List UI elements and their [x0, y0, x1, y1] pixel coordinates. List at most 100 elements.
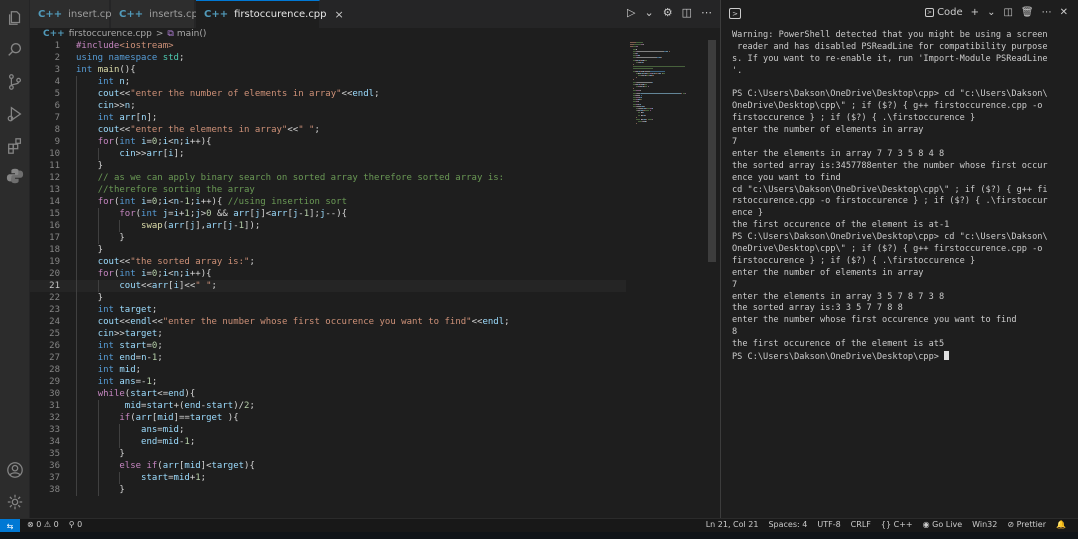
code-line[interactable]: 13 //therefore sorting the array [30, 184, 626, 196]
breadcrumb-symbol[interactable]: main() [177, 29, 207, 39]
code-editor[interactable]: 1 #include<iostream> 2 using namespace std;… [30, 40, 626, 518]
tab-insert-cpp[interactable]: C++ insert.cpp [30, 0, 118, 28]
code-line[interactable]: 35 } [30, 448, 626, 460]
language-mode[interactable]: {} C++ [881, 520, 913, 529]
terminal-line: the sorted array is:3457788enter the num… [732, 160, 1048, 171]
terminal-prompt[interactable]: PS C:\Users\Dakson\OneDrive\Desktop\cpp> [732, 351, 1078, 363]
code-line[interactable]: 34 end=mid-1; [30, 436, 626, 448]
braces-icon: {} [880, 520, 892, 529]
close-icon[interactable]: × [335, 8, 344, 21]
remote-icon[interactable]: ⇆ [0, 519, 20, 533]
run-code-icon[interactable]: ▷ [627, 6, 635, 19]
settings-gear-icon[interactable]: ⚙ [663, 6, 673, 19]
code-line[interactable]: 20 for(int i=0;i<n;i++){ [30, 268, 626, 280]
code-line[interactable]: 37 start=mid+1; [30, 472, 626, 484]
settings-gear-icon[interactable] [5, 492, 25, 512]
code-line[interactable]: 30 while(start<=end){ [30, 388, 626, 400]
minimap-line [644, 110, 649, 112]
code-line[interactable]: 22 } [30, 292, 626, 304]
code-line[interactable]: 16 swap(arr[j],arr[j-1]); [30, 220, 626, 232]
code-line[interactable]: 25 cin>>target; [30, 328, 626, 340]
code-line[interactable]: 5 cout<<"enter the number of elements in… [30, 88, 626, 100]
minimap[interactable] [626, 40, 706, 130]
line-number: 23 [49, 305, 60, 315]
code-line[interactable]: 10 cin>>arr[i]; [30, 148, 626, 160]
code-line[interactable]: 12 // as we can apply binary search on s… [30, 172, 626, 184]
code-line[interactable]: 18 } [30, 244, 626, 256]
chevron-down-icon[interactable]: ⌄ [987, 7, 995, 18]
terminal-selector[interactable]: > Code [925, 7, 963, 18]
code-line[interactable]: 38 } [30, 484, 626, 496]
search-icon[interactable] [5, 40, 25, 60]
notifications-bell-icon[interactable]: 🔔 [1056, 520, 1066, 529]
code-text: int n; [97, 77, 131, 87]
code-line[interactable]: 26 int start=0; [30, 340, 626, 352]
line-number: 12 [49, 173, 60, 183]
close-icon[interactable]: ✕ [1060, 7, 1068, 18]
minimap-line [639, 55, 641, 57]
terminal-panel[interactable]: Warning: PowerShell detected that you mi… [720, 28, 1078, 518]
code-line[interactable]: 17 } [30, 232, 626, 244]
editor-scrollbar[interactable] [708, 40, 716, 262]
minimap-line [651, 119, 654, 120]
editor-tab-bar: C++ insert.cpp C++ inserts.cpp C++ first… [30, 0, 720, 28]
code-line[interactable]: 33 ans=mid; [30, 424, 626, 436]
explorer-icon[interactable] [5, 8, 25, 28]
new-terminal-icon[interactable]: + [971, 7, 979, 18]
code-text: cin>>n; [97, 101, 136, 111]
code-line[interactable]: 4 int n; [30, 76, 626, 88]
code-line[interactable]: 3 int main(){ [30, 64, 626, 76]
ports-status[interactable]: ⚲ 0 [69, 520, 83, 529]
run-debug-icon[interactable] [5, 104, 25, 124]
platform[interactable]: Win32 [972, 520, 997, 529]
terminal-line: cd "c:\Users\Dakson\OneDrive\Desktop\cpp… [732, 184, 1048, 195]
more-actions-icon[interactable]: ⋯ [1042, 7, 1052, 18]
extensions-icon[interactable] [5, 136, 25, 156]
code-line[interactable]: 23 int target; [30, 304, 626, 316]
tab-inserts-cpp[interactable]: C++ inserts.cpp [111, 0, 204, 28]
code-line[interactable]: 7 int arr[n]; [30, 112, 626, 124]
problems-status[interactable]: ⊗ 0 ⚠ 0 [27, 520, 59, 529]
split-terminal-icon[interactable]: ◫ [1003, 7, 1012, 18]
code-line[interactable]: 6 cin>>n; [30, 100, 626, 112]
indentation[interactable]: Spaces: 4 [768, 520, 807, 529]
more-actions-icon[interactable]: ⋯ [701, 6, 712, 19]
code-line[interactable]: 9 for(int i=0;i<n;i++){ [30, 136, 626, 148]
code-line[interactable]: 1 #include<iostream> [30, 40, 626, 52]
code-line[interactable]: 28 int mid; [30, 364, 626, 376]
terminal-line: '. [732, 65, 743, 76]
ports-count: 0 [77, 520, 83, 529]
tab-firstoccurence-cpp[interactable]: C++ firstoccurence.cpp × [196, 0, 344, 28]
code-line[interactable]: 2 using namespace std; [30, 52, 626, 64]
trash-icon[interactable]: 🗑 [1021, 7, 1034, 18]
code-line[interactable]: 36 else if(arr[mid]<target){ [30, 460, 626, 472]
code-line[interactable]: 19 cout<<"the sorted array is:"; [30, 256, 626, 268]
go-live-button[interactable]: ◉ Go Live [923, 520, 963, 529]
code-line[interactable]: 31 mid=start+(end-start)/2; [30, 400, 626, 412]
code-line[interactable]: 27 int end=n-1; [30, 352, 626, 364]
line-ending[interactable]: CRLF [851, 520, 871, 529]
prettier-status[interactable]: ⊘ Prettier [1007, 520, 1046, 529]
code-line[interactable]: 21 cout<<arr[i]<<" "; [30, 280, 626, 292]
split-editor-icon[interactable]: ◫ [682, 6, 692, 19]
ports-icon: ⚲ [68, 520, 75, 529]
code-text: #include<iostream> [76, 41, 174, 51]
code-line[interactable]: 32 if(arr[mid]==target ){ [30, 412, 626, 424]
run-dropdown-icon[interactable]: ⌄ [645, 6, 654, 19]
code-line[interactable]: 11 } [30, 160, 626, 172]
prompt-text: PS C:\Users\Dakson\OneDrive\Desktop\cpp> [732, 352, 945, 363]
code-line[interactable]: 24 cout<<endl<<"enter the number whose f… [30, 316, 626, 328]
breadcrumb-file[interactable]: firstoccurence.cpp [69, 29, 152, 39]
account-icon[interactable] [5, 460, 25, 480]
encoding[interactable]: UTF-8 [817, 520, 840, 529]
code-line[interactable]: 8 cout<<"enter the elements in array"<<"… [30, 124, 626, 136]
line-number: 29 [49, 377, 60, 387]
source-control-icon[interactable] [5, 72, 25, 92]
cursor-position[interactable]: Ln 21, Col 21 [706, 520, 759, 529]
terminal-line: ence } [732, 208, 764, 219]
python-icon[interactable] [5, 166, 25, 186]
code-line[interactable]: 29 int ans=-1; [30, 376, 626, 388]
code-text: int arr[n]; [97, 113, 158, 123]
code-line[interactable]: 15 for(int j=i+1;j>0 && arr[j]<arr[j-1];… [30, 208, 626, 220]
code-line[interactable]: 14 for(int i=0;i<n-1;i++){ //using inser… [30, 196, 626, 208]
